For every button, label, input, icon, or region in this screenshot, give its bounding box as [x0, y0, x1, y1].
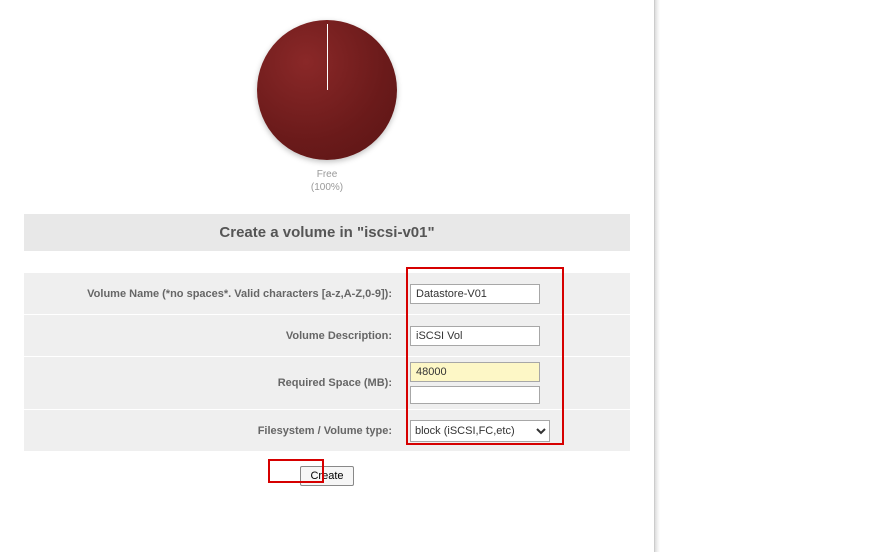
- label-required-space: Required Space (MB):: [24, 369, 402, 397]
- row-fs-type: Filesystem / Volume type: block (iSCSI,F…: [24, 410, 630, 452]
- input-volume-name[interactable]: [410, 284, 540, 304]
- pie-label-free: Free (100%): [20, 168, 634, 194]
- input-required-space[interactable]: [410, 362, 540, 382]
- row-volume-name: Volume Name (*no spaces*. Valid characte…: [24, 273, 630, 315]
- pie-chart-free: [257, 20, 397, 160]
- create-button[interactable]: Create: [300, 466, 353, 486]
- free-space-chart: Free (100%): [20, 20, 634, 194]
- create-volume-form: Volume Name (*no spaces*. Valid characte…: [24, 273, 630, 500]
- main-form-area: Free (100%) Create a volume in "iscsi-v0…: [0, 0, 654, 552]
- select-fs-type[interactable]: block (iSCSI,FC,etc): [410, 420, 550, 442]
- label-volume-description: Volume Description:: [24, 322, 402, 350]
- button-row: Create: [24, 452, 630, 500]
- label-fs-type: Filesystem / Volume type:: [24, 417, 402, 445]
- row-required-space: Required Space (MB):: [24, 357, 630, 410]
- input-volume-description[interactable]: [410, 326, 540, 346]
- slider-required-space[interactable]: [410, 386, 540, 404]
- right-pane-divider: [654, 0, 660, 552]
- label-volume-name: Volume Name (*no spaces*. Valid characte…: [24, 280, 402, 308]
- row-volume-description: Volume Description:: [24, 315, 630, 357]
- section-title: Create a volume in "iscsi-v01": [24, 214, 630, 251]
